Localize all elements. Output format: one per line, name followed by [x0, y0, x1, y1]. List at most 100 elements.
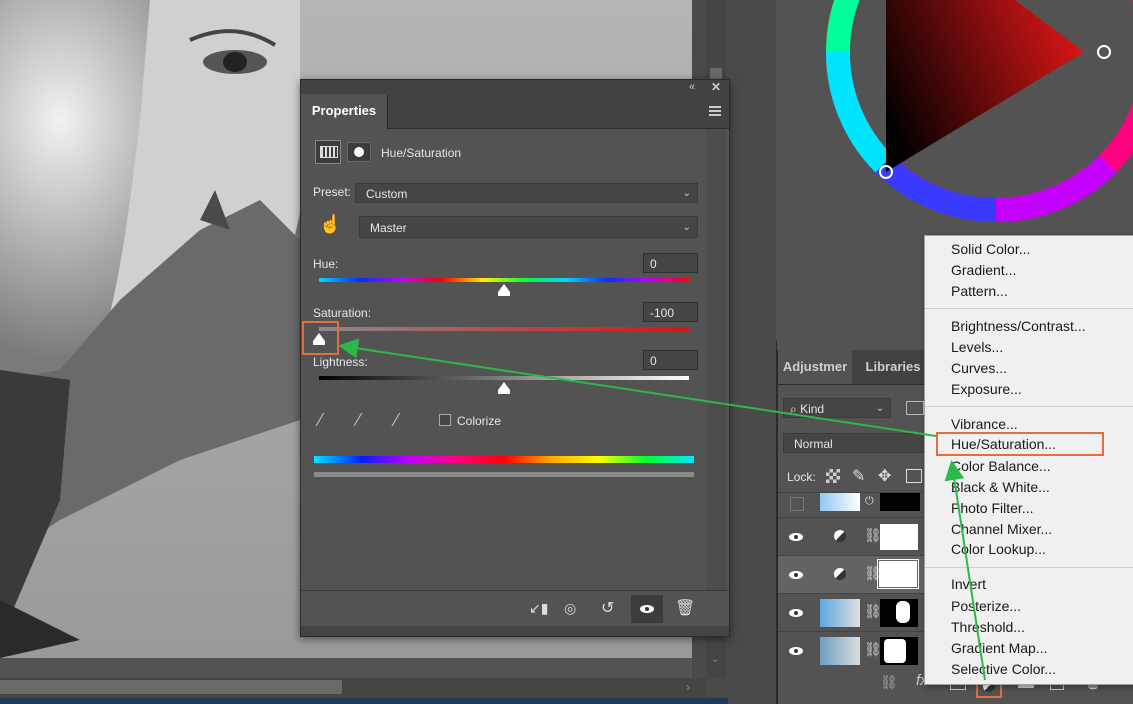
lock-label: Lock: — [787, 470, 816, 484]
layer-thumbnail — [820, 599, 860, 627]
hue-input[interactable]: 0 — [643, 253, 698, 273]
close-icon[interactable]: ✕ — [711, 80, 721, 94]
chevron-down-icon: ⌄ — [875, 403, 884, 414]
tab-properties[interactable]: Properties — [301, 94, 388, 129]
hue-slider-thumb[interactable] — [498, 284, 510, 296]
properties-scrollbar[interactable] — [707, 130, 727, 590]
chevron-down-icon: ⌄ — [682, 188, 691, 199]
lightness-slider-thumb[interactable] — [498, 382, 510, 394]
eye-icon[interactable] — [788, 532, 804, 542]
lock-move-icon[interactable]: ✥ — [878, 466, 891, 486]
preset-label: Preset: — [313, 185, 352, 199]
saturation-input[interactable]: -100 — [643, 302, 698, 322]
eye-icon[interactable] — [788, 608, 804, 618]
channel-value: Master — [370, 221, 407, 235]
menu-item[interactable]: Solid Color... — [951, 239, 1030, 259]
menu-item[interactable]: Levels... — [951, 337, 1003, 357]
eyedropper-minus-icon[interactable]: ⁄ — [395, 410, 398, 431]
panel-menu-icon[interactable] — [709, 106, 721, 108]
menu-item[interactable]: Exposure... — [951, 379, 1022, 399]
menu-item[interactable]: Photo Filter... — [951, 498, 1033, 518]
horizontal-scroll-thumb[interactable] — [0, 680, 342, 694]
menu-separator — [925, 567, 1133, 568]
trash-icon[interactable]: 🗑 — [675, 598, 695, 618]
eye-icon[interactable] — [788, 570, 804, 580]
lock-artboard-icon[interactable] — [906, 469, 922, 483]
preset-dropdown[interactable]: Custom ⌄ — [355, 183, 698, 203]
hue-slider-track[interactable] — [319, 278, 689, 282]
menu-item[interactable]: Gradient Map... — [951, 638, 1048, 658]
menu-item[interactable]: Gradient... — [951, 260, 1016, 280]
menu-item[interactable]: Invert — [951, 574, 986, 594]
eyedropper-icon[interactable]: ⁄ — [319, 410, 322, 431]
visibility-icon — [640, 605, 654, 613]
layer-mask-thumbnail — [880, 524, 918, 550]
hue-saturation-highlight — [936, 432, 1104, 456]
adjustment-layer-menu: Solid Color... Gradient... Pattern... Br… — [924, 235, 1133, 685]
hue-marker[interactable] — [1097, 45, 1111, 59]
properties-titlebar[interactable] — [301, 80, 729, 94]
mask-icon[interactable] — [347, 142, 371, 162]
lightness-label: Lightness: — [313, 355, 368, 369]
menu-item[interactable]: Channel Mixer... — [951, 519, 1052, 539]
lock-brush-icon[interactable]: ✎ — [852, 466, 865, 486]
saturation-thumb-highlight — [302, 321, 339, 355]
search-icon: ⌕ — [790, 402, 797, 416]
layer-mask-thumbnail — [880, 599, 918, 627]
lightness-input[interactable]: 0 — [643, 350, 698, 370]
menu-item[interactable]: Brightness/Contrast... — [951, 316, 1086, 336]
hand-scrubby-icon[interactable]: ☝ — [319, 214, 341, 235]
blend-mode-value: Normal — [794, 437, 833, 451]
properties-panel: « ✕ Properties Hue/Saturation Preset: Cu… — [300, 79, 730, 637]
view-previous-icon[interactable]: ◎ — [564, 600, 576, 617]
saturation-label: Saturation: — [313, 306, 372, 320]
resize-grip[interactable] — [301, 626, 729, 636]
reset-icon[interactable]: ↺ — [601, 598, 614, 618]
colorize-label: Colorize — [457, 414, 502, 428]
layer-thumbnail — [820, 493, 860, 511]
menu-separator — [925, 406, 1133, 407]
layer-mask-thumbnail — [877, 559, 919, 589]
menu-item[interactable]: Threshold... — [951, 617, 1025, 637]
menu-item[interactable]: Black & White... — [951, 477, 1050, 497]
blend-mode-dropdown[interactable]: Normal — [783, 433, 925, 453]
eyedropper-plus-icon[interactable]: ⁄ — [357, 410, 360, 431]
menu-item[interactable]: Curves... — [951, 358, 1007, 378]
hue-label: Hue: — [313, 257, 339, 271]
adjustment-title: Hue/Saturation — [381, 146, 462, 160]
adjustment-layer-icon — [834, 530, 846, 542]
preset-value: Custom — [366, 187, 408, 201]
visibility-button[interactable] — [631, 595, 663, 623]
image-filter-icon[interactable] — [906, 401, 924, 415]
dock-divider — [728, 0, 777, 704]
lightness-slider-track[interactable] — [319, 376, 689, 380]
adjustment-layer-icon — [834, 568, 846, 580]
filter-kind-dropdown[interactable]: ⌕ Kind ⌄ — [783, 398, 891, 418]
tab-adjustments[interactable]: Adjustmer — [778, 350, 852, 384]
menu-item[interactable]: Vibrance... — [951, 414, 1018, 434]
eye-icon[interactable] — [788, 646, 804, 656]
scroll-down-icon[interactable]: ⌄ — [711, 654, 719, 665]
clip-to-layer-icon[interactable]: ↙▮ — [529, 600, 548, 617]
colorize-checkbox[interactable] — [439, 414, 451, 426]
input-color-bar — [314, 456, 694, 463]
power-icon: ⏻ — [865, 495, 874, 507]
menu-item[interactable]: Selective Color... — [951, 659, 1056, 679]
menu-item[interactable]: Color Lookup... — [951, 539, 1046, 559]
channel-dropdown[interactable]: Master ⌄ — [359, 216, 698, 238]
saturation-slider-track[interactable] — [319, 327, 689, 331]
adjustment-type-icon[interactable] — [315, 140, 341, 164]
menu-item[interactable]: Posterize... — [951, 596, 1021, 616]
link-layers-icon[interactable]: ⛓ — [880, 674, 898, 691]
tab-libraries[interactable]: Libraries — [858, 350, 928, 384]
lock-transparent-icon[interactable] — [826, 469, 840, 483]
layer-mask-thumbnail — [880, 493, 920, 511]
footer-divider — [301, 590, 729, 591]
scroll-right-icon[interactable]: › — [686, 680, 690, 694]
output-color-bar — [314, 472, 694, 477]
menu-item[interactable]: Color Balance... — [951, 456, 1051, 476]
collapse-icon[interactable]: « — [689, 81, 695, 93]
layer-mask-thumbnail — [880, 637, 918, 665]
visibility-toggle[interactable] — [790, 497, 804, 511]
menu-item[interactable]: Pattern... — [951, 281, 1008, 301]
